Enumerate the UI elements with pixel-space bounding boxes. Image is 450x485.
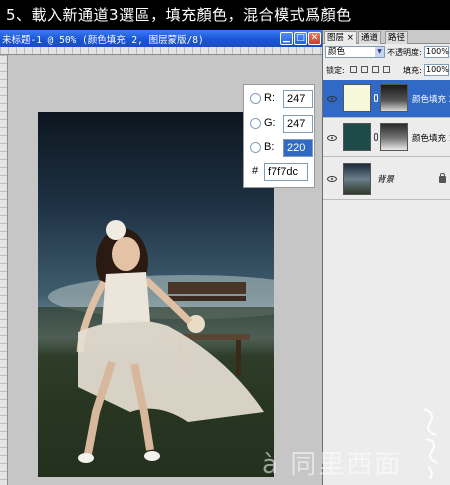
blue-radio[interactable] <box>250 142 261 153</box>
layer-row-background[interactable]: 背景 <box>323 158 450 200</box>
site-watermark: à 同里西面 <box>262 450 403 480</box>
blend-mode-value: 颜色 <box>328 47 346 57</box>
hex-value-field[interactable]: f7f7dc <box>264 163 308 181</box>
layer-name: 颜色填充 1 <box>412 134 450 144</box>
layer-row-color-fill-1[interactable]: 颜色填充 1 <box>323 119 450 157</box>
lock-transparent-icon[interactable] <box>350 66 357 73</box>
fill-color-thumbnail[interactable] <box>343 84 371 112</box>
layer-mask-thumbnail[interactable] <box>380 123 408 151</box>
green-value-field[interactable]: 247 <box>283 115 313 133</box>
red-value-field[interactable]: 247 <box>283 90 313 108</box>
fill-label: 填充: <box>403 66 422 75</box>
vertical-ruler[interactable] <box>0 55 8 485</box>
green-label: G: <box>264 117 276 129</box>
eye-icon[interactable] <box>327 96 337 102</box>
blend-mode-select[interactable]: 颜色 ▼ <box>325 46 385 58</box>
red-radio[interactable] <box>250 93 261 104</box>
horizontal-ruler[interactable] <box>0 47 322 55</box>
document-window[interactable]: 未标题-1 @ 50% (颜色填充 2, 图层蒙版/8) ▁ □ ✕ R: 24… <box>0 30 322 485</box>
fill-field[interactable]: 100% <box>424 64 449 76</box>
tab-layers-label: 图层 <box>327 33 345 43</box>
close-button[interactable]: ✕ <box>308 32 321 45</box>
tutorial-caption: 5、載入新通道3選區，填充顏色，混合模式爲顏色 <box>0 0 450 30</box>
chevron-down-icon: ▼ <box>375 47 384 57</box>
blend-opacity-row: 颜色 ▼ 不透明度: 100% <box>323 45 450 59</box>
bride-photo-illustration <box>38 220 274 477</box>
minimize-button[interactable]: ▁ <box>280 32 293 45</box>
tab-channels[interactable]: 通道 <box>358 31 382 44</box>
signature-watermark <box>423 407 439 480</box>
tab-paths[interactable]: 路径 <box>385 31 409 44</box>
eye-icon[interactable] <box>327 135 337 141</box>
layer-row-color-fill-2[interactable]: 颜色填充 2 <box>323 80 450 118</box>
chain-link-icon[interactable] <box>374 133 378 141</box>
maximize-button[interactable]: □ <box>294 32 307 45</box>
document-title-bar[interactable]: 未标题-1 @ 50% (颜色填充 2, 图层蒙版/8) ▁ □ ✕ <box>0 30 322 47</box>
chain-link-icon[interactable] <box>374 94 378 102</box>
lock-all-icon[interactable] <box>383 66 390 73</box>
eye-icon[interactable] <box>327 176 337 182</box>
layer-mask-thumbnail[interactable] <box>380 84 408 112</box>
layer-name: 颜色填充 2 <box>412 95 450 105</box>
background-thumbnail[interactable] <box>343 163 371 195</box>
fill-color-thumbnail[interactable] <box>343 123 371 151</box>
opacity-label: 不透明度: <box>387 48 422 57</box>
panel-tabs: 图层 × 通道 路径 <box>323 30 450 44</box>
lock-label: 锁定: <box>326 66 345 75</box>
hex-label: # <box>252 165 259 177</box>
red-label: R: <box>264 92 275 104</box>
lock-position-icon[interactable] <box>372 66 379 73</box>
lock-fill-row: 锁定: 填充: 100% <box>323 63 450 77</box>
tab-layers[interactable]: 图层 × <box>324 31 357 44</box>
opacity-field[interactable]: 100% <box>424 46 449 58</box>
color-values-panel: R: 247 G: 247 B: 220 # f7f7dc <box>243 84 315 188</box>
blue-label: B: <box>264 141 275 153</box>
document-title: 未标题-1 @ 50% (颜色填充 2, 图层蒙版/8) <box>2 35 204 46</box>
canvas-photo[interactable] <box>38 112 274 477</box>
layer-name: 背景 <box>377 175 395 185</box>
green-radio[interactable] <box>250 118 261 129</box>
lock-icon <box>439 173 446 183</box>
blue-value-field[interactable]: 220 <box>283 139 313 157</box>
lock-image-icon[interactable] <box>361 66 368 73</box>
